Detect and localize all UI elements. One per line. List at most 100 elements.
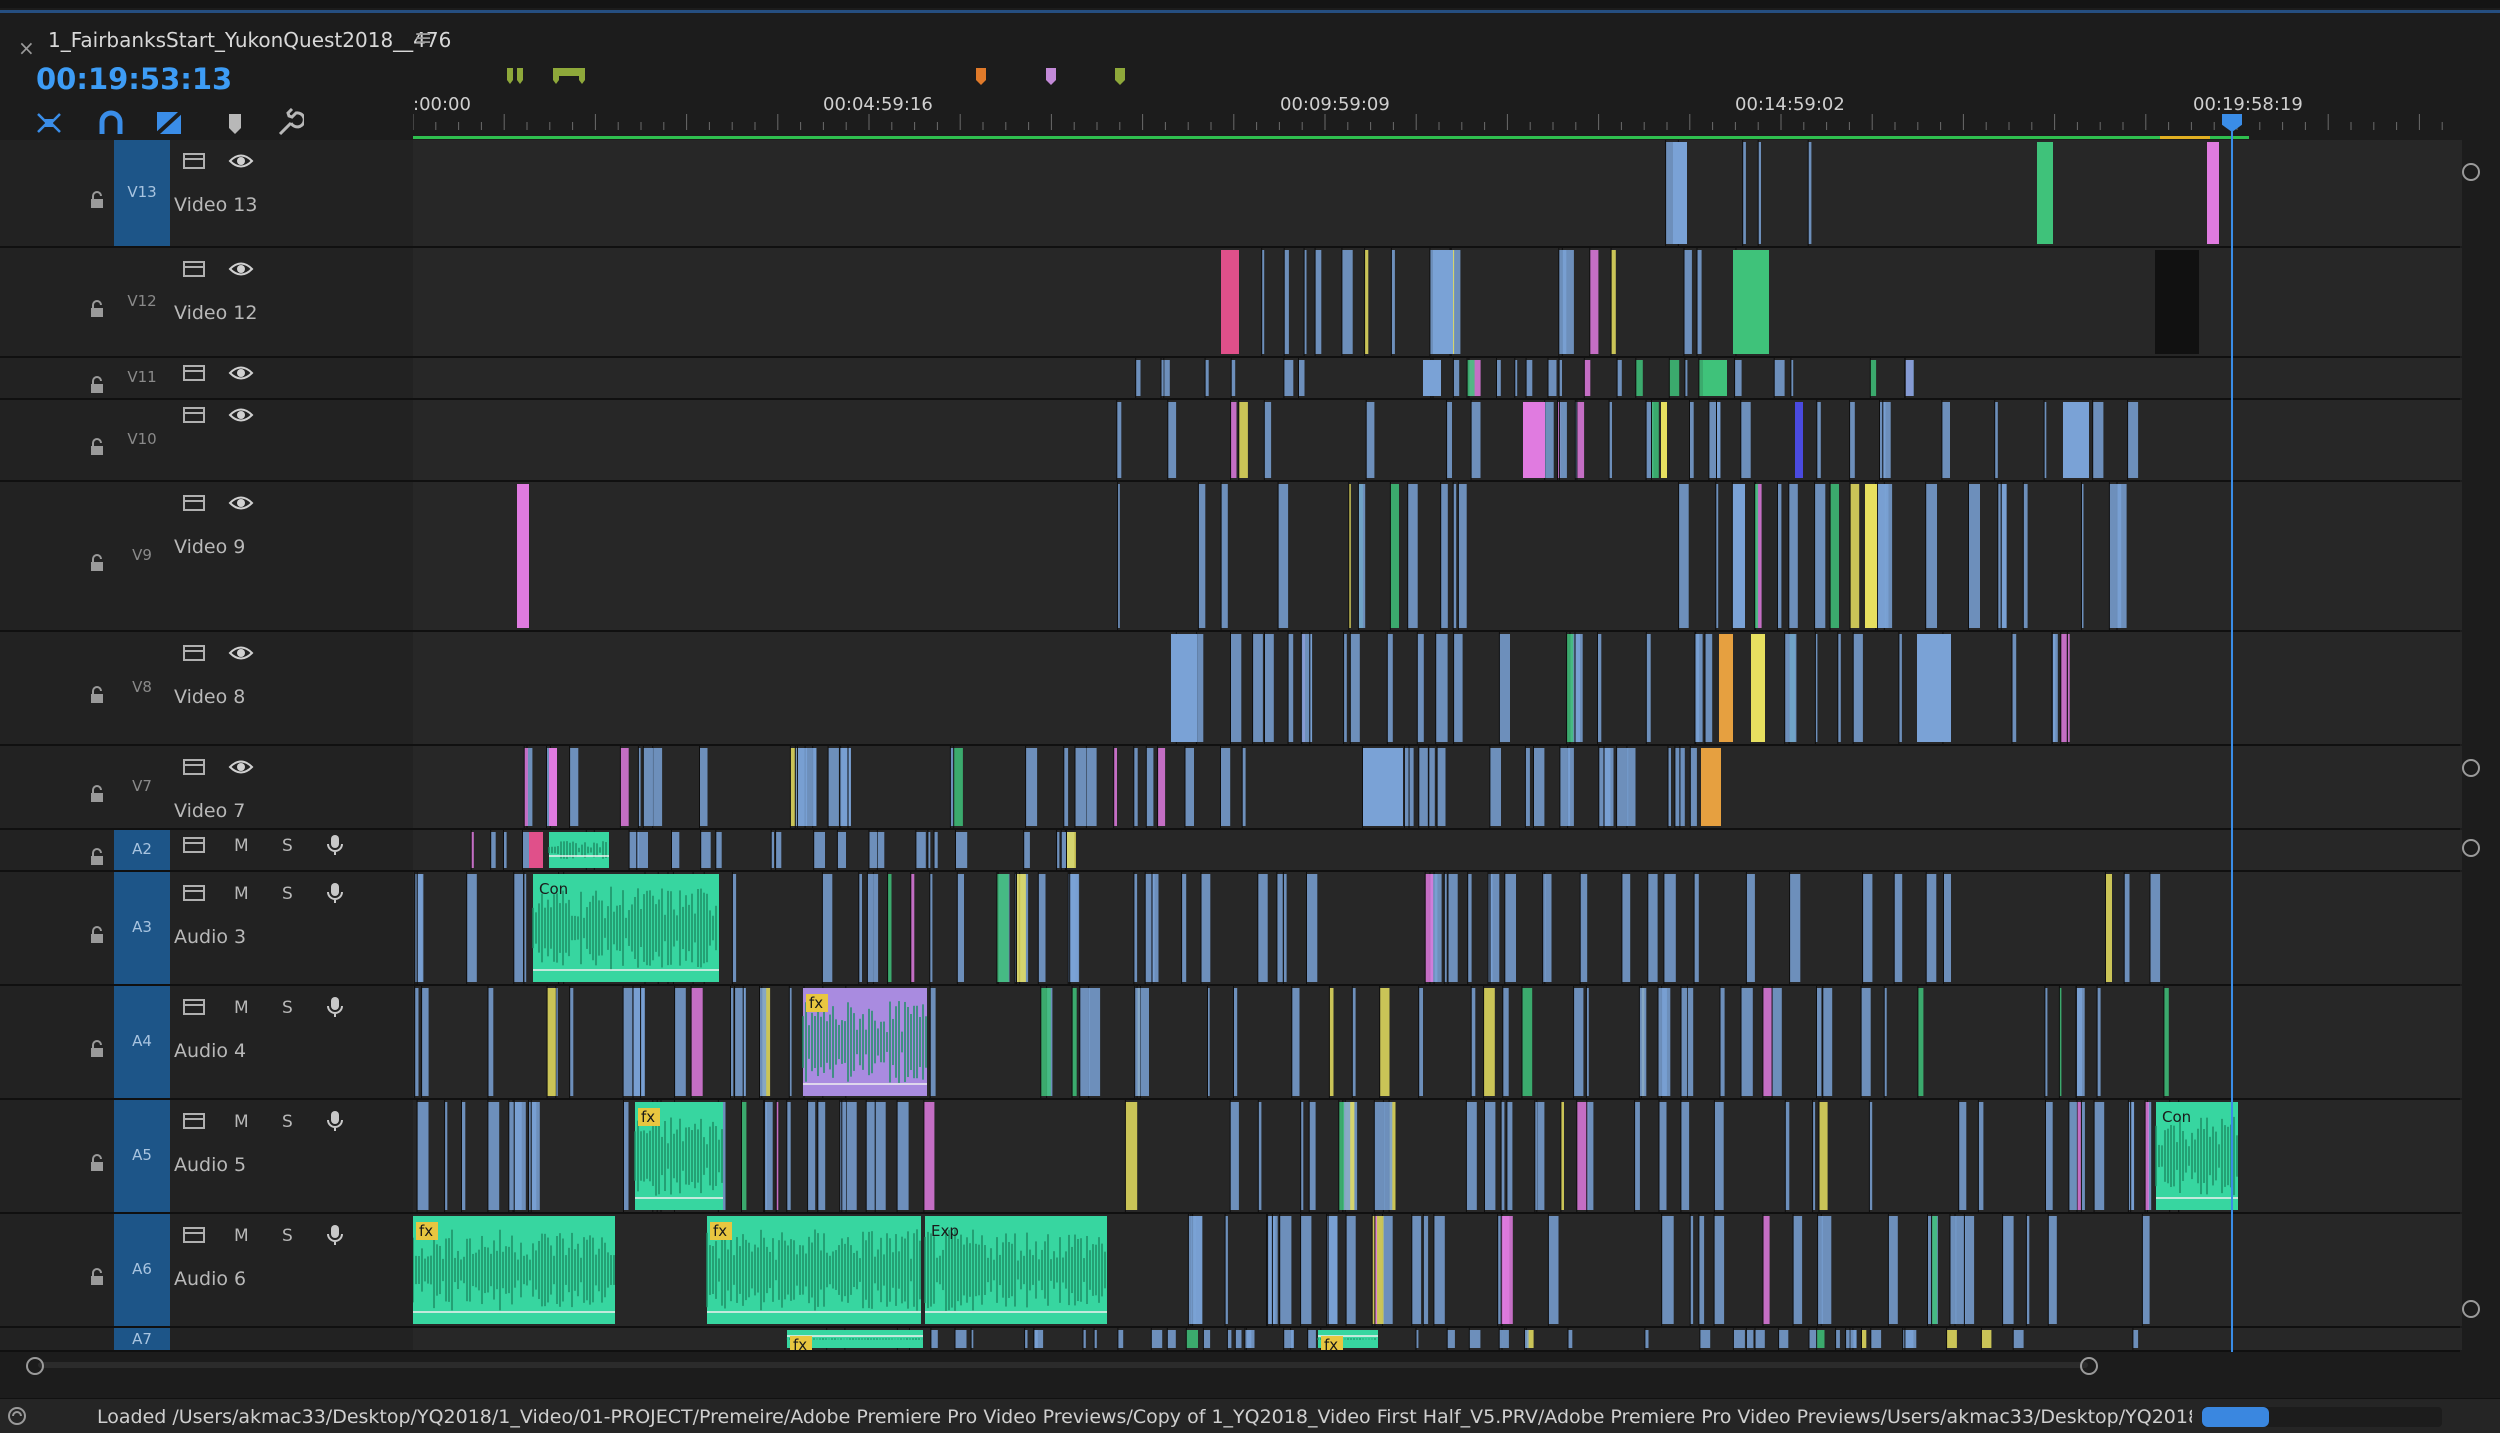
- clip[interactable]: [1568, 1330, 1573, 1348]
- clip[interactable]: [414, 988, 419, 1096]
- track-target-toggle[interactable]: V8: [114, 632, 170, 744]
- clip[interactable]: [775, 832, 782, 868]
- clip[interactable]: [1714, 1216, 1725, 1324]
- toggle-output-eye-icon[interactable]: [228, 258, 254, 280]
- clip[interactable]: [1661, 402, 1667, 478]
- clip[interactable]: [1703, 360, 1727, 396]
- clip[interactable]: [1701, 748, 1721, 826]
- track-lane[interactable]: [413, 358, 2462, 398]
- solo-track-button[interactable]: S: [282, 836, 293, 856]
- track-target-toggle[interactable]: V10: [114, 400, 170, 480]
- track-lane[interactable]: Con: [413, 872, 2462, 984]
- sequence-marker-icon[interactable]: [551, 66, 591, 88]
- clip[interactable]: [1604, 748, 1614, 826]
- clip[interactable]: [671, 832, 680, 868]
- clip[interactable]: [2130, 1102, 2135, 1210]
- clip[interactable]: [1644, 1330, 1649, 1348]
- clip[interactable]: [700, 832, 711, 868]
- clip[interactable]: [1483, 988, 1495, 1096]
- clip[interactable]: [1025, 748, 1038, 826]
- track-lock-icon[interactable]: [88, 1154, 106, 1172]
- clip[interactable]: [955, 1330, 967, 1348]
- clip[interactable]: [1140, 988, 1150, 1096]
- clip[interactable]: [1467, 874, 1472, 982]
- clip[interactable]: [1955, 1216, 1966, 1324]
- clip[interactable]: [1433, 1216, 1445, 1324]
- clip[interactable]: [1536, 1102, 1545, 1210]
- clip[interactable]: [1411, 1216, 1422, 1324]
- clip[interactable]: [1484, 1102, 1496, 1210]
- wrench-settings-icon[interactable]: [274, 108, 304, 138]
- clip[interactable]: [1821, 1216, 1832, 1324]
- clip[interactable]: [691, 988, 703, 1096]
- clip[interactable]: [1329, 988, 1334, 1096]
- clip[interactable]: [1689, 402, 1694, 478]
- clip[interactable]: [759, 988, 767, 1096]
- track-lock-icon[interactable]: [88, 686, 106, 704]
- clip[interactable]: [1559, 402, 1567, 478]
- sync-lock-icon[interactable]: [182, 404, 208, 426]
- clip[interactable]: [1617, 360, 1622, 396]
- linked-selection-icon[interactable]: [154, 108, 184, 138]
- clip[interactable]: [1917, 634, 1951, 742]
- clip[interactable]: [1576, 402, 1585, 478]
- clip[interactable]: [1861, 988, 1871, 1096]
- mute-track-button[interactable]: M: [234, 1112, 249, 1132]
- clip[interactable]: [623, 1102, 629, 1210]
- clip[interactable]: [623, 988, 633, 1096]
- clip[interactable]: [2127, 402, 2139, 478]
- track-lock-icon[interactable]: [88, 926, 106, 944]
- voice-over-record-icon[interactable]: [322, 1224, 348, 1246]
- clip[interactable]: [1116, 402, 1122, 478]
- clip[interactable]: [514, 1102, 526, 1210]
- clip[interactable]: [807, 1102, 816, 1210]
- clip[interactable]: [1658, 988, 1667, 1096]
- snap-magnet-icon[interactable]: [96, 108, 126, 138]
- clip[interactable]: [923, 1102, 935, 1210]
- clip[interactable]: [1288, 634, 1294, 742]
- clip[interactable]: [2109, 484, 2122, 628]
- clip[interactable]: [1163, 360, 1170, 396]
- clip[interactable]: [1566, 634, 1574, 742]
- clip[interactable]: [1661, 1216, 1674, 1324]
- clip[interactable]: [1819, 1102, 1828, 1210]
- clip[interactable]: [466, 874, 477, 982]
- clip[interactable]: [741, 1102, 747, 1210]
- clip[interactable]: [1850, 484, 1860, 628]
- sequence-marker-icon[interactable]: [974, 66, 988, 88]
- clip[interactable]: [1379, 988, 1390, 1096]
- voice-over-record-icon[interactable]: [322, 996, 348, 1018]
- track-target-toggle[interactable]: A2: [114, 830, 170, 870]
- clip[interactable]: [2023, 484, 2028, 628]
- clip[interactable]: [2045, 1102, 2053, 1210]
- clip[interactable]: [1639, 988, 1647, 1096]
- sequence-marker-icon[interactable]: [1113, 66, 1127, 88]
- clip[interactable]: [1697, 250, 1702, 354]
- clip[interactable]: [1978, 1102, 1984, 1210]
- clip[interactable]: [1679, 748, 1685, 826]
- clip[interactable]: [1437, 748, 1446, 826]
- clip[interactable]: [1816, 1330, 1825, 1348]
- clip[interactable]: [620, 748, 629, 826]
- clip[interactable]: [1926, 874, 1937, 982]
- clip[interactable]: [930, 1330, 938, 1348]
- clip[interactable]: [652, 748, 663, 826]
- clip[interactable]: [1687, 988, 1694, 1096]
- clip[interactable]: [1306, 874, 1318, 982]
- clip[interactable]: [1830, 484, 1839, 628]
- clip[interactable]: [1221, 250, 1239, 354]
- clip[interactable]: [1777, 484, 1782, 628]
- clip[interactable]: [1496, 360, 1501, 396]
- clip[interactable]: [636, 832, 648, 868]
- clip[interactable]: [1298, 360, 1305, 396]
- clip[interactable]: [2211, 142, 2219, 244]
- toggle-output-eye-icon[interactable]: [228, 756, 254, 778]
- toggle-output-eye-icon[interactable]: [228, 362, 254, 384]
- clip[interactable]: [1544, 874, 1552, 982]
- clip[interactable]: [1646, 634, 1651, 742]
- clip[interactable]: [674, 988, 686, 1096]
- clip[interactable]: [1489, 748, 1501, 826]
- clip[interactable]: [1440, 484, 1448, 628]
- clip[interactable]: [1198, 484, 1206, 628]
- clip[interactable]: [1755, 1330, 1765, 1348]
